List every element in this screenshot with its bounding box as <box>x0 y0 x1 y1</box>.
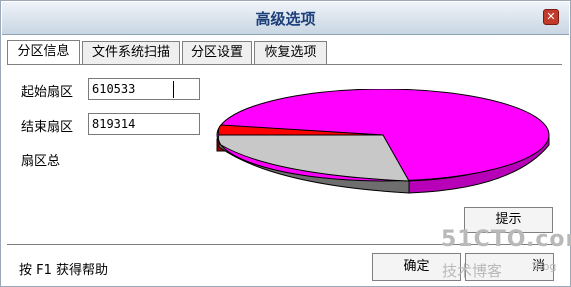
tab-partition-settings[interactable]: 分区设置 <box>182 41 252 64</box>
tab-partition-info[interactable]: 分区信息 <box>7 40 80 65</box>
text-caret <box>173 81 174 98</box>
status-text: 按 F1 获得帮助 <box>19 263 109 278</box>
end-sector-field[interactable]: 819314 <box>88 113 200 135</box>
total-sectors-label: 扇区总 <box>21 154 61 169</box>
tab-filesystem-scan[interactable]: 文件系统扫描 <box>82 41 180 64</box>
close-icon[interactable]: ✕ <box>543 9 559 25</box>
tab-recovery-options[interactable]: 恢复选项 <box>254 41 327 64</box>
title-bar: 高级选项 ✕ <box>2 2 569 35</box>
watermark-blog: Blog <box>532 260 557 273</box>
start-sector-label: 起始扇区 <box>21 85 74 100</box>
watermark-site: 51CTO.com <box>441 227 571 252</box>
advanced-options-dialog: 高级选项 ✕ 分区信息 文件系统扫描 分区设置 恢复选项 起始扇区 610533… <box>0 0 571 287</box>
watermark-tech-blog: 技术博客 <box>442 262 503 280</box>
partition-pie-chart <box>216 89 550 194</box>
window-title: 高级选项 <box>255 10 316 28</box>
start-sector-field[interactable]: 610533 <box>88 78 200 100</box>
end-sector-label: 结束扇区 <box>21 120 74 135</box>
